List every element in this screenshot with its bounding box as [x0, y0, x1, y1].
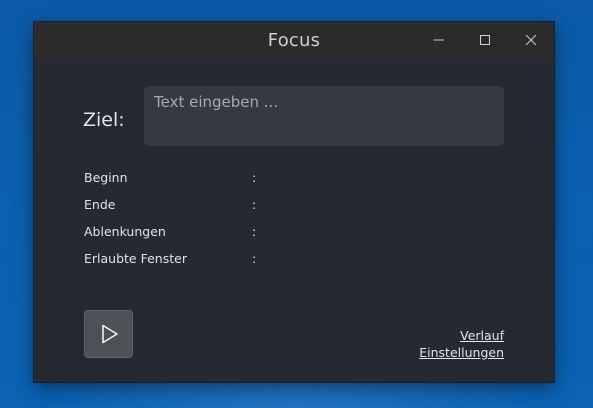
goal-label: Ziel:: [83, 109, 125, 131]
info-label-ende: Ende: [84, 197, 116, 212]
info-row-ende: Ende :: [84, 195, 324, 222]
play-icon: [101, 324, 118, 344]
info-colon: :: [252, 197, 257, 212]
history-link[interactable]: Verlauf: [419, 327, 504, 344]
info-row-beginn: Beginn :: [84, 168, 324, 195]
close-icon: [526, 35, 536, 45]
goal-input[interactable]: [144, 86, 504, 146]
footer-links: Verlauf Einstellungen: [419, 327, 504, 361]
info-label-erlaubte-fenster: Erlaubte Fenster: [84, 251, 187, 266]
maximize-button[interactable]: [462, 22, 508, 58]
info-colon: :: [252, 170, 257, 185]
close-button[interactable]: [508, 22, 554, 58]
start-button[interactable]: [84, 310, 133, 358]
info-colon: :: [252, 224, 257, 239]
info-row-ablenkungen: Ablenkungen :: [84, 222, 324, 249]
maximize-icon: [480, 35, 490, 45]
info-row-erlaubte-fenster: Erlaubte Fenster :: [84, 249, 324, 276]
info-colon: :: [252, 251, 257, 266]
minimize-icon: [434, 39, 444, 41]
minimize-button[interactable]: [416, 22, 462, 58]
title-bar[interactable]: Focus: [34, 22, 554, 58]
info-label-ablenkungen: Ablenkungen: [84, 224, 166, 239]
focus-window: Focus Ziel: Beginn : Ende :: [34, 22, 554, 382]
session-info: Beginn : Ende : Ablenkungen : Erlaubte F…: [84, 168, 324, 276]
settings-link[interactable]: Einstellungen: [419, 344, 504, 361]
info-label-beginn: Beginn: [84, 170, 128, 185]
